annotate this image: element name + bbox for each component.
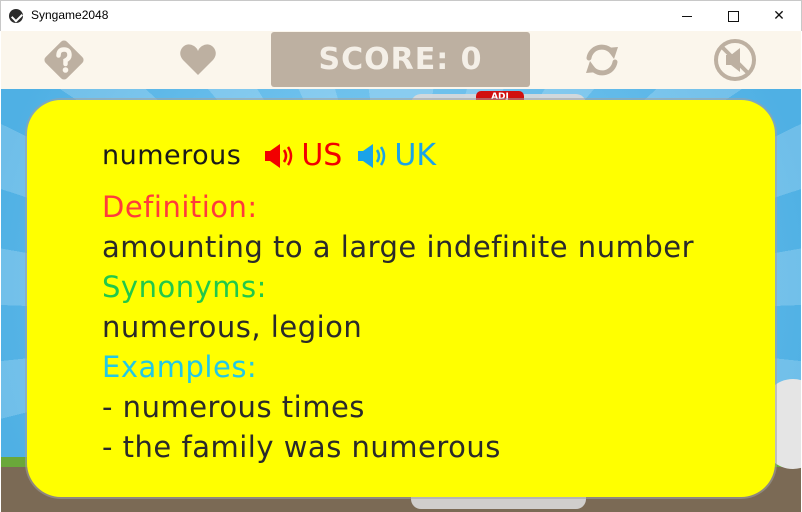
close-icon: ✕ — [773, 8, 785, 24]
game-toolbar: SCORE: 0 — [1, 31, 801, 89]
refresh-icon — [586, 44, 618, 76]
example-item: - numerous times — [102, 390, 365, 424]
question-diamond-icon — [44, 40, 84, 80]
favorite-button[interactable] — [173, 37, 223, 83]
pronounce-uk-label: UK — [394, 138, 436, 173]
pronounce-us-label: US — [301, 138, 343, 173]
help-button[interactable] — [39, 37, 89, 83]
app-icon — [9, 9, 23, 23]
minimize-icon — [682, 15, 692, 17]
maximize-icon — [727, 10, 739, 22]
speaker-icon — [358, 143, 386, 168]
restart-button[interactable] — [577, 37, 627, 83]
heart-icon — [180, 44, 216, 75]
close-button[interactable]: ✕ — [756, 1, 802, 31]
definition-text: amounting to a large indefinite number — [102, 230, 694, 264]
window-title: Syngame2048 — [31, 8, 109, 22]
window-titlebar[interactable]: Syngame2048 ✕ — [0, 0, 802, 31]
synonyms-text: numerous, legion — [102, 310, 363, 344]
score-display: SCORE: 0 — [271, 32, 530, 87]
minimize-button[interactable] — [664, 1, 710, 31]
definition-label: Definition: — [102, 190, 258, 224]
mute-button[interactable] — [710, 37, 760, 83]
speaker-icon — [265, 143, 293, 168]
pronounce-uk-button[interactable]: UK — [356, 138, 436, 173]
maximize-button[interactable] — [710, 1, 756, 31]
word-header: numerous US UK — [102, 138, 450, 173]
examples-label: Examples: — [102, 350, 258, 384]
word-definition-card[interactable]: numerous US UK Definition: amounting to … — [27, 100, 775, 497]
mute-icon — [714, 39, 756, 81]
pronounce-us-button[interactable]: US — [263, 138, 342, 173]
word-title: numerous — [102, 140, 242, 171]
synonyms-label: Synonyms: — [102, 270, 267, 304]
example-item: - the family was numerous — [102, 430, 501, 464]
